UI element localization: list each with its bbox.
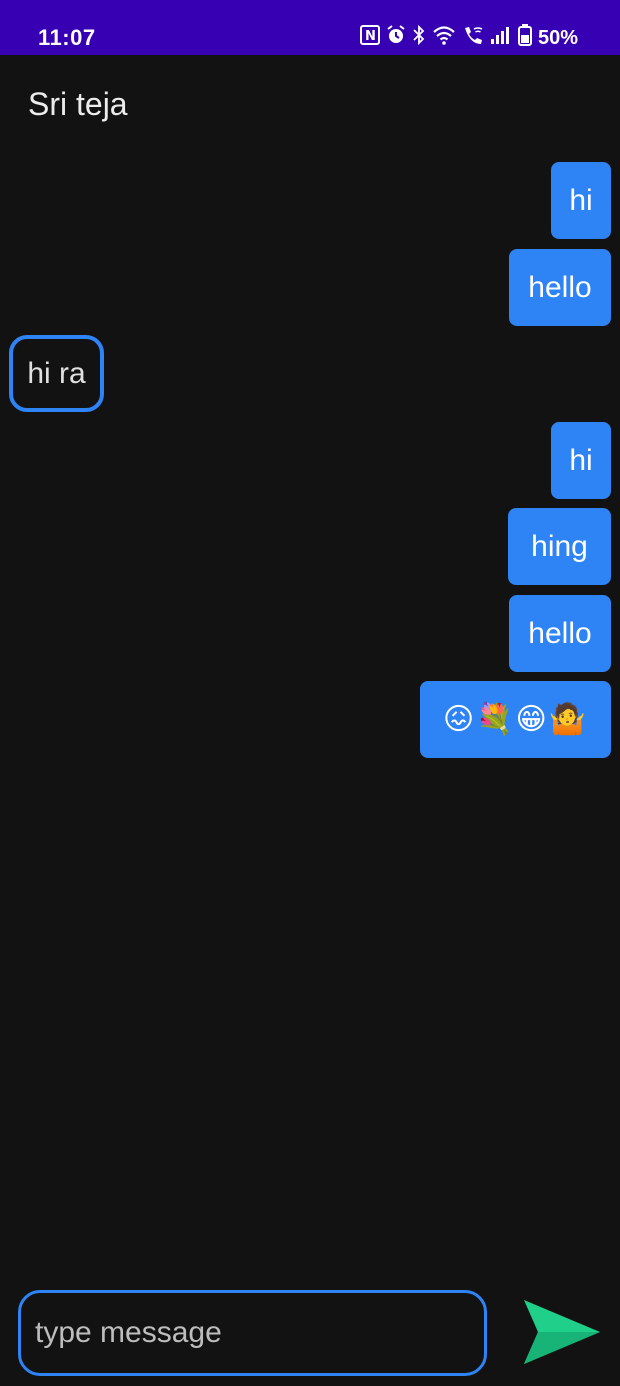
message-sent[interactable]: hi (551, 422, 611, 499)
message-list: hi hello hi ra hi hing hello 😖💐😁🤷 (0, 0, 620, 1386)
message-sent[interactable]: hello (509, 249, 611, 326)
message-sent[interactable]: hello (509, 595, 611, 672)
message-received[interactable]: hi ra (9, 335, 104, 412)
send-button[interactable] (522, 1296, 602, 1368)
message-input-box[interactable] (18, 1290, 487, 1376)
message-sent[interactable]: hi (551, 162, 611, 239)
message-sent[interactable]: hing (508, 508, 611, 585)
message-sent[interactable]: 😖💐😁🤷 (420, 681, 611, 758)
send-icon (524, 1300, 600, 1364)
message-input[interactable] (35, 1307, 465, 1359)
